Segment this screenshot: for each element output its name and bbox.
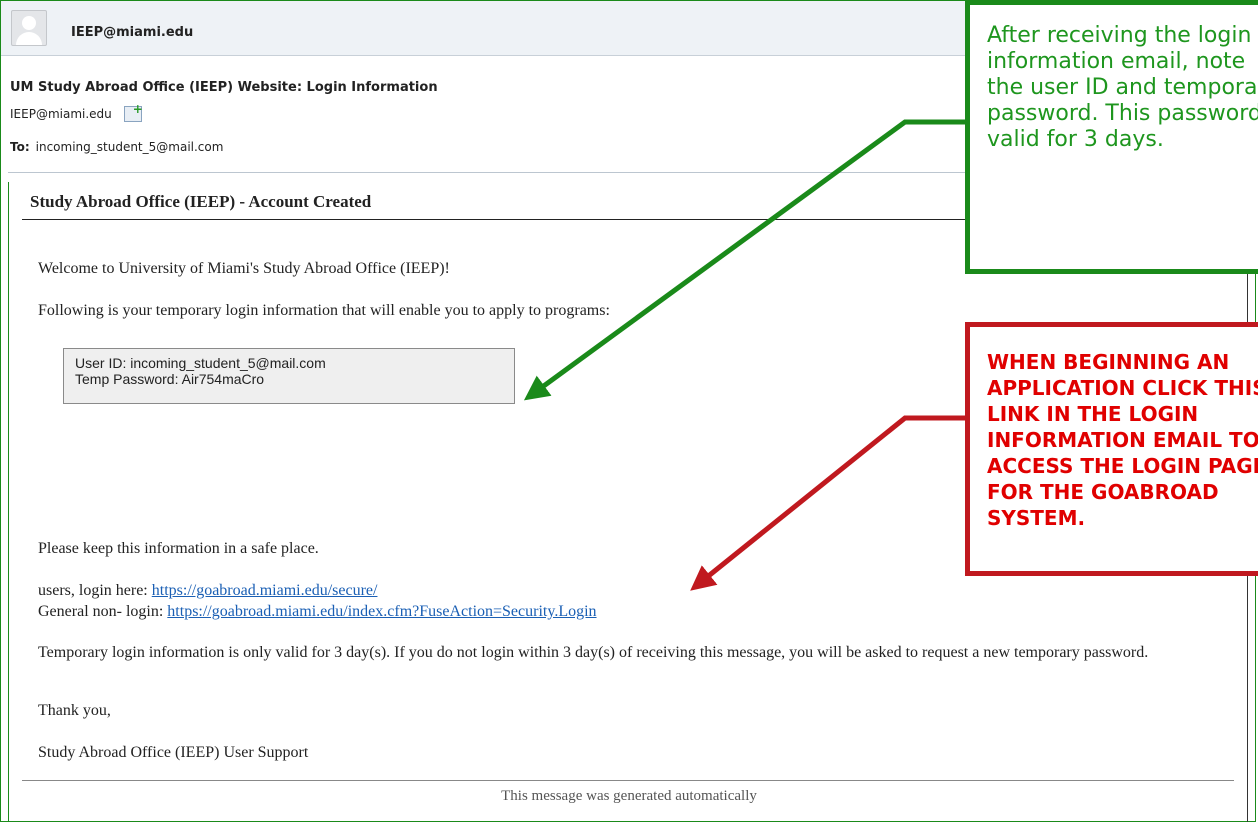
red-arrow-icon [690, 415, 965, 591]
red-callout: WHEN BEGINNING AN APPLICATION CLICK THIS… [965, 322, 1258, 576]
green-callout-text: After receiving the login information em… [987, 23, 1258, 152]
red-callout-text: WHEN BEGINNING AN APPLICATION CLICK THIS… [987, 350, 1258, 530]
green-callout: After receiving the login information em… [965, 0, 1258, 274]
green-arrow-icon [523, 119, 965, 401]
